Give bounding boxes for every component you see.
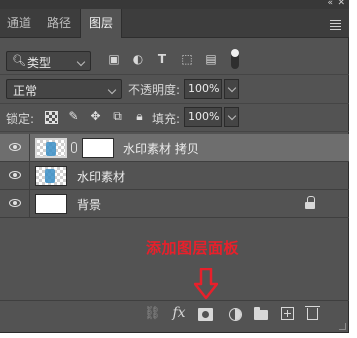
resize-grip-icon[interactable] [339,323,346,330]
filter-toggle-switch[interactable] [231,49,239,69]
opacity-dropdown-button[interactable] [224,79,239,99]
layer-thumbnail[interactable] [35,166,67,186]
fill-input[interactable]: 100% [184,107,222,127]
layer-mask-thumbnail[interactable] [82,138,114,158]
layers-panel: « ✕ 通道 路径 图层 🔍︎ 类型 ▣ ◐ T ⬚ ▤ 正常 不透明度: 10… [0,0,349,333]
eye-visibility-icon[interactable] [9,143,21,151]
lock-icon [305,196,317,210]
filter-kind-dropdown[interactable]: 🔍︎ 类型 [6,51,91,71]
close-icon[interactable]: ✕ [337,0,345,8]
image-filter-icon[interactable]: ▣ [107,52,121,66]
lock-transparent-pixels-icon[interactable] [45,111,58,124]
new-layer-icon[interactable] [281,307,294,320]
layer-thumbnail[interactable] [35,194,67,214]
blend-mode-dropdown[interactable]: 正常 [6,79,122,99]
collapse-icon[interactable]: « [327,0,332,8]
adjustment-layer-icon[interactable] [229,308,242,321]
search-icon: 🔍︎ [12,54,26,67]
layer-name[interactable]: 水印素材 [77,168,125,185]
tab-paths[interactable]: 路径 [38,9,80,37]
tab-layers[interactable]: 图层 [80,9,122,38]
chain-link-icon[interactable] [71,142,77,153]
shape-filter-icon[interactable]: ⬚ [180,52,194,66]
fill-label: 填充: [152,112,181,126]
layer-row[interactable]: 背景 [0,190,349,218]
divider [0,131,349,132]
lock-label: 锁定: [6,112,35,126]
link-layers-icon[interactable]: ⛓ [144,306,161,322]
layer-row[interactable]: 水印素材 [0,162,349,190]
chevron-down-icon [76,57,86,67]
lock-image-pixels-icon[interactable]: ✎ [67,109,80,123]
panel-title-bar: « ✕ [0,0,349,9]
divider [0,103,349,104]
chevron-down-icon [227,83,237,93]
annotation-text: 添加图层面板 [146,239,240,257]
layer-row[interactable]: 水印素材 拷贝 [0,134,349,162]
opacity-label: 不透明度: [128,83,181,97]
layer-name[interactable]: 水印素材 拷贝 [123,140,199,157]
layer-thumbnail[interactable] [35,138,67,158]
tab-channels[interactable]: 通道 [0,9,38,37]
lock-all-icon[interactable]: 🔒︎ [133,109,146,123]
panel-menu-icon[interactable] [330,20,341,32]
add-mask-icon[interactable] [198,308,213,321]
eye-visibility-icon[interactable] [9,199,21,207]
chevron-down-icon [107,85,117,95]
opacity-input[interactable]: 100% [184,79,222,99]
smart-object-filter-icon[interactable]: ▤ [204,52,218,66]
divider [0,74,349,75]
eye-visibility-icon[interactable] [9,171,21,179]
chevron-down-icon [227,111,237,121]
lock-position-icon[interactable]: ✥ [89,109,102,123]
fill-dropdown-button[interactable] [224,107,239,127]
red-down-arrow-icon [194,268,218,300]
delete-icon[interactable] [305,306,320,320]
lock-artboard-icon[interactable]: ⧉ [111,109,124,123]
group-folder-icon[interactable] [254,307,268,320]
fx-icon[interactable]: fx [171,305,187,321]
adjustment-filter-icon[interactable]: ◐ [131,52,145,66]
type-filter-icon[interactable]: T [155,52,169,66]
layer-name[interactable]: 背景 [77,196,101,213]
tab-bar: 通道 路径 图层 [0,9,349,38]
filter-kind-label: 类型 [27,56,52,70]
blend-mode-value: 正常 [13,84,38,98]
